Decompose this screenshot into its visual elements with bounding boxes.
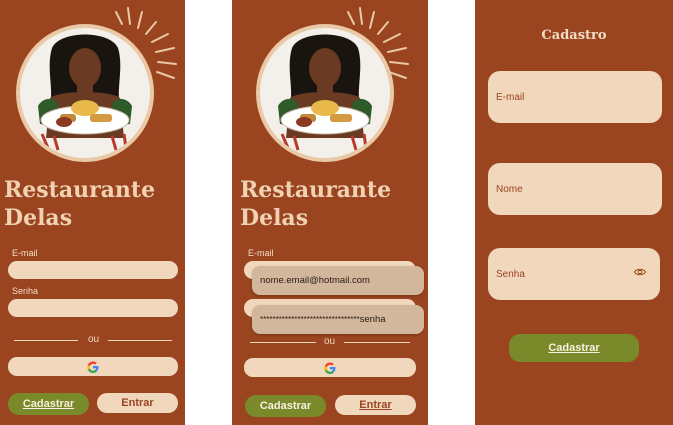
google-login-button[interactable] <box>8 357 178 376</box>
password-autofill-suggestion[interactable]: ******************************** senha <box>252 305 424 334</box>
email-label: E-mail <box>248 248 274 258</box>
password-suggestion-label: senha <box>359 314 386 325</box>
brand-line-2: Delas <box>4 205 73 231</box>
register-button[interactable]: Cadastrar <box>245 395 326 417</box>
brand-line-1: Restaurante <box>240 177 392 203</box>
email-placeholder: E-mail <box>496 91 525 103</box>
divider-left <box>14 340 78 341</box>
name-placeholder: Nome <box>496 183 523 195</box>
password-label: Senha <box>12 286 39 296</box>
woman-with-food-icon <box>38 34 132 151</box>
email-input[interactable] <box>8 261 178 279</box>
divider-text: ou <box>88 334 100 345</box>
google-icon <box>324 361 336 374</box>
brand-name: Restaurante Delas <box>240 176 391 232</box>
register-button[interactable]: Cadastrar <box>509 334 639 362</box>
google-icon <box>87 360 99 373</box>
divider-text: ou <box>324 336 336 347</box>
register-button[interactable]: Cadastrar <box>8 393 89 415</box>
email-suggestion-text: nome.email@hotmail.com <box>260 275 370 286</box>
google-login-button[interactable] <box>244 358 416 377</box>
login-autofill-screen: Restaurante Delas E-mail nome.email@hotm… <box>232 0 428 425</box>
brand-line-2: Delas <box>240 205 309 231</box>
brand-line-1: Restaurante <box>4 177 156 203</box>
divider-right <box>108 340 172 341</box>
login-screen: Restaurante Delas E-mail Senha ou Cadast… <box>0 0 185 425</box>
restaurant-logo <box>10 4 180 174</box>
password-suggestion-mask: ******************************** <box>260 315 360 324</box>
eye-icon[interactable] <box>634 267 646 277</box>
login-button[interactable]: Entrar <box>97 393 178 413</box>
restaurant-logo <box>242 4 422 174</box>
brand-name: Restaurante Delas <box>4 176 155 232</box>
login-button[interactable]: Entrar <box>335 395 416 415</box>
password-field[interactable]: Senha <box>488 248 660 300</box>
divider-left <box>250 342 316 343</box>
email-label: E-mail <box>12 248 38 258</box>
woman-with-food-icon <box>278 34 372 151</box>
password-input[interactable] <box>8 299 178 317</box>
logo-circle <box>256 24 394 162</box>
page-title: Cadastro <box>541 28 607 43</box>
register-screen: Cadastro E-mail Nome Senha Cadastrar <box>475 0 673 425</box>
email-field[interactable]: E-mail <box>488 71 662 123</box>
email-autofill-suggestion[interactable]: nome.email@hotmail.com <box>252 266 424 295</box>
password-placeholder: Senha <box>496 268 525 280</box>
logo-circle <box>16 24 154 162</box>
divider-right <box>344 342 410 343</box>
name-field[interactable]: Nome <box>488 163 662 215</box>
